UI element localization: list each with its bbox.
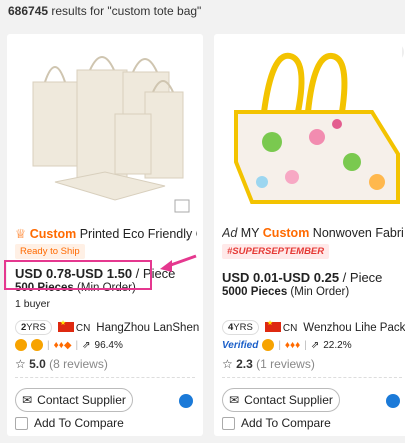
response-icon: ⇗ xyxy=(82,339,91,351)
product-card-1[interactable]: ♥ ♕ Custom Printed Eco Friendly Cotton..… xyxy=(7,34,203,436)
price-highlight-box xyxy=(4,260,152,290)
star-icon: ☆ xyxy=(15,357,26,371)
review-count: (1 reviews) xyxy=(256,357,315,371)
product-image[interactable] xyxy=(222,42,402,220)
supplier-name[interactable]: Wenzhou Lihe Packagi... xyxy=(303,322,405,334)
mail-icon: ✉ xyxy=(229,393,240,407)
product-card-2[interactable]: ♥ Ad MY Custom Nonwoven Fabric... #SUPER… xyxy=(214,34,405,436)
title-keyword: Custom xyxy=(262,226,310,240)
dashed-divider xyxy=(222,377,402,378)
country-code: CN xyxy=(75,322,91,334)
cn-flag-icon xyxy=(57,319,74,333)
response-rate: 22.2% xyxy=(323,339,352,351)
ad-label: Ad xyxy=(222,226,238,240)
product-title[interactable]: ♕ Custom Printed Eco Friendly Cotton... xyxy=(15,226,197,241)
promo-tag: #SUPERSEPTEMBER xyxy=(222,244,330,259)
supplier-badges: | ♦♦◆ | ⇗ 96.4% xyxy=(15,339,123,351)
supplier-row[interactable]: 4YRS CN Wenzhou Lihe Packagi... xyxy=(222,319,405,335)
contact-label: Contact Supplier xyxy=(244,393,333,407)
years-label: YRS xyxy=(233,322,253,333)
medal-icon xyxy=(262,339,275,351)
divider: | xyxy=(304,339,307,351)
diamond-icon: ♦♦♦ xyxy=(284,339,301,351)
compare-label: Add To Compare xyxy=(241,416,331,430)
response-icon: ⇗ xyxy=(310,339,320,351)
moq-qty: 5000 Pieces xyxy=(222,286,288,298)
title-keyword: Custom xyxy=(29,227,77,241)
contact-supplier-button[interactable]: ✉ Contact Supplier xyxy=(15,388,133,412)
country-flag: CN xyxy=(57,319,91,334)
years-badge: 2YRS xyxy=(15,320,52,335)
cn-flag-icon xyxy=(264,319,281,333)
divider: | xyxy=(47,339,50,351)
contact-supplier-button[interactable]: ✉ Contact Supplier xyxy=(222,388,340,412)
price-unit: / Piece xyxy=(339,270,383,285)
buyer-count: 1 buyer xyxy=(15,298,51,310)
chat-icon[interactable] xyxy=(386,394,400,408)
chat-icon[interactable] xyxy=(179,394,193,408)
price-range: USD 0.01-USD 0.25 / Piece xyxy=(222,270,382,285)
compare-label: Add To Compare xyxy=(34,416,124,430)
supplier-badges: Verified | ♦♦♦ | ⇗ 22.2% xyxy=(222,339,352,351)
compare-checkbox[interactable] xyxy=(15,416,28,430)
country-flag: CN xyxy=(264,319,298,334)
rating-score: 5.0 xyxy=(29,357,46,371)
add-to-compare[interactable]: Add To Compare xyxy=(222,416,331,430)
years-badge: 4YRS xyxy=(222,320,259,335)
results-query: results for "custom tote bag" xyxy=(48,4,202,18)
divider: | xyxy=(278,339,281,351)
title-rest: Printed Eco Friendly Cotton... xyxy=(79,227,197,241)
product-title[interactable]: Ad MY Custom Nonwoven Fabric... xyxy=(222,226,404,240)
dashed-divider xyxy=(15,377,195,378)
title-rest: Nonwoven Fabric... xyxy=(312,226,404,240)
medal-icon xyxy=(15,339,27,351)
review-count: (8 reviews) xyxy=(49,357,108,371)
results-number: 686745 xyxy=(8,4,49,18)
ready-to-ship-badge: Ready to Ship xyxy=(15,244,85,259)
gold-supplier-icon xyxy=(31,339,43,351)
rating-score: 2.3 xyxy=(236,357,253,371)
diamond-icon: ♦♦◆ xyxy=(53,339,72,351)
moq-label: (Min Order) xyxy=(287,286,350,298)
years-label: YRS xyxy=(26,322,46,333)
divider: | xyxy=(75,339,79,351)
crown-icon: ♕ xyxy=(15,227,27,241)
add-to-compare[interactable]: Add To Compare xyxy=(15,416,124,430)
arrow-icon xyxy=(160,254,197,272)
star-icon: ☆ xyxy=(222,357,233,371)
supplier-row[interactable]: 2YRS CN HangZhou LanSheng I... xyxy=(15,319,199,335)
rating: ☆ 5.0 (8 reviews) xyxy=(15,357,108,371)
verified-badge: Verified xyxy=(222,339,259,351)
rating: ☆ 2.3 (1 reviews) xyxy=(222,357,315,371)
product-image[interactable] xyxy=(15,42,195,220)
title-prefix: MY xyxy=(237,226,263,240)
results-count: 686745 results for "custom tote bag" xyxy=(8,4,201,18)
response-rate: 96.4% xyxy=(94,339,123,351)
compare-checkbox[interactable] xyxy=(222,416,235,430)
country-code: CN xyxy=(282,322,298,334)
min-order: 5000 Pieces (Min Order) xyxy=(222,286,349,298)
contact-label: Contact Supplier xyxy=(37,393,126,407)
price-value: USD 0.01-USD 0.25 xyxy=(222,270,340,285)
supplier-name[interactable]: HangZhou LanSheng I... xyxy=(96,322,199,334)
mail-icon: ✉ xyxy=(22,393,33,407)
